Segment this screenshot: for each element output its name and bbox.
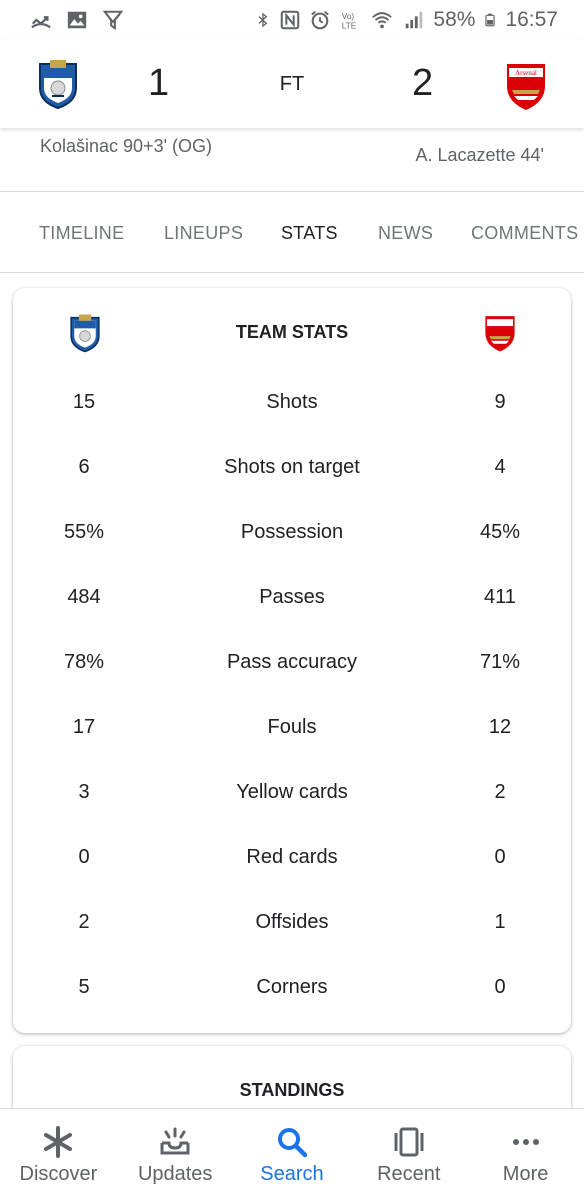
tab-lineups[interactable]: LINEUPS bbox=[164, 223, 243, 244]
away-crest-text: Arsenal bbox=[515, 69, 537, 77]
stat-away-value: 71% bbox=[479, 651, 521, 673]
search-icon bbox=[277, 1128, 308, 1158]
stat-row-fouls: 17 Fouls 12 bbox=[13, 716, 571, 756]
stat-away-value: 4 bbox=[494, 456, 506, 478]
nfc-icon bbox=[281, 10, 300, 30]
stat-away-value: 12 bbox=[488, 716, 512, 738]
stat-label: Shots bbox=[266, 391, 318, 413]
tab-comments[interactable]: COMMENTS bbox=[471, 223, 578, 244]
stat-row-offsides: 2 Offsides 1 bbox=[13, 911, 571, 951]
stat-home-value: 2 bbox=[78, 911, 90, 933]
team-stats-card: TEAM STATS 15 Shots 9 6 Shots on target … bbox=[13, 288, 571, 1033]
more-dots-icon bbox=[512, 1139, 539, 1145]
volte-icon: Vo)LTE bbox=[342, 12, 357, 30]
wifi-icon bbox=[372, 12, 393, 29]
stat-home-value: 0 bbox=[78, 846, 90, 868]
nav-updates[interactable]: Updates bbox=[117, 1109, 234, 1200]
svg-text:Vo): Vo) bbox=[342, 12, 355, 21]
nav-search[interactable]: Search bbox=[234, 1109, 351, 1200]
stat-label: Yellow cards bbox=[236, 781, 348, 803]
alarm-icon bbox=[311, 11, 330, 30]
nav-label: More bbox=[502, 1163, 549, 1185]
standings-title: STANDINGS bbox=[239, 1080, 345, 1100]
updates-icon bbox=[160, 1127, 190, 1155]
score-header: 1 FT 2 Arsenal bbox=[0, 40, 584, 128]
status-bar: Vo) LTE 58% 16:57 bbox=[0, 0, 584, 40]
tab-news[interactable]: NEWS bbox=[378, 223, 433, 244]
stat-label: Red cards bbox=[246, 846, 338, 868]
stat-away-value: 45% bbox=[479, 521, 521, 543]
asterisk-icon bbox=[44, 1126, 73, 1158]
stat-row-yellow-cards: 3 Yellow cards 2 bbox=[13, 781, 571, 821]
stat-away-value: 9 bbox=[494, 391, 506, 413]
stat-row-possession: 55% Possession 45% bbox=[13, 521, 571, 561]
status-right: Vo) LTE 58% 16:57 bbox=[255, 8, 558, 32]
stat-home-value: 3 bbox=[78, 781, 90, 803]
stat-home-value: 78% bbox=[63, 651, 105, 673]
recent-icon bbox=[394, 1127, 424, 1157]
stat-home-value: 55% bbox=[63, 521, 105, 543]
tab-stats[interactable]: STATS bbox=[281, 223, 338, 244]
stat-away-value: 411 bbox=[484, 586, 516, 608]
nav-label: Updates bbox=[137, 1163, 213, 1185]
stat-away-value: 0 bbox=[494, 846, 506, 868]
stat-home-value: 6 bbox=[78, 456, 90, 478]
battery-percent: 58% bbox=[433, 8, 476, 31]
stat-label: Offsides bbox=[255, 911, 329, 933]
battery-icon bbox=[485, 13, 496, 27]
nav-label: Recent bbox=[377, 1163, 441, 1185]
stat-label: Shots on target bbox=[224, 456, 360, 478]
missed-call-icon bbox=[31, 16, 51, 29]
bluetooth-icon bbox=[258, 12, 268, 28]
stat-row-shots: 15 Shots 9 bbox=[13, 391, 571, 431]
stat-label: Fouls bbox=[267, 716, 317, 738]
away-team-crest-icon bbox=[485, 316, 515, 352]
scorers-row: Kolašinac 90+3' (OG) A. Lacazette 44' bbox=[0, 128, 584, 192]
stat-row-pass-accuracy: 78% Pass accuracy 71% bbox=[13, 651, 571, 691]
bottom-nav: Discover Updates Search Recent More bbox=[0, 1108, 584, 1200]
stat-home-value: 15 bbox=[72, 391, 96, 413]
image-icon bbox=[67, 11, 87, 29]
nav-label: Discover bbox=[19, 1163, 98, 1185]
away-score: 2 bbox=[412, 62, 434, 104]
status-left bbox=[30, 9, 124, 31]
stat-row-passes: 484 Passes 411 bbox=[13, 586, 571, 626]
svg-text:LTE: LTE bbox=[342, 21, 357, 30]
home-scorer: Kolašinac 90+3' (OG) bbox=[40, 136, 213, 156]
away-scorer: A. Lacazette 44' bbox=[415, 145, 544, 165]
stat-away-value: 2 bbox=[494, 781, 506, 803]
nav-label: Search bbox=[260, 1163, 324, 1185]
download-icon bbox=[102, 10, 124, 31]
match-tabs: TIMELINE LINEUPS STATS NEWS COMMENTS bbox=[0, 193, 584, 273]
match-status: FT bbox=[279, 73, 305, 95]
stat-away-value: 1 bbox=[494, 911, 506, 933]
stat-label: Pass accuracy bbox=[226, 651, 358, 673]
nav-more[interactable]: More bbox=[467, 1109, 584, 1200]
stat-label: Possession bbox=[240, 521, 344, 543]
stat-home-value: 5 bbox=[78, 976, 90, 998]
stat-label: Corners bbox=[256, 976, 328, 998]
tab-timeline[interactable]: TIMELINE bbox=[39, 223, 124, 244]
stat-label: Passes bbox=[259, 586, 325, 608]
stat-home-value: 17 bbox=[72, 716, 96, 738]
stat-row-red-cards: 0 Red cards 0 bbox=[13, 846, 571, 886]
team-stats-header: TEAM STATS bbox=[13, 288, 571, 376]
nav-recent[interactable]: Recent bbox=[350, 1109, 467, 1200]
nav-discover[interactable]: Discover bbox=[0, 1109, 117, 1200]
away-team-crest-icon[interactable]: Arsenal bbox=[504, 60, 548, 112]
stat-row-shots-on-target: 6 Shots on target 4 bbox=[13, 456, 571, 496]
clock: 16:57 bbox=[505, 8, 558, 31]
stat-away-value: 0 bbox=[494, 976, 506, 998]
stat-home-value: 484 bbox=[67, 586, 101, 608]
stat-row-corners: 5 Corners 0 bbox=[13, 976, 571, 1016]
signal-icon bbox=[406, 11, 423, 29]
